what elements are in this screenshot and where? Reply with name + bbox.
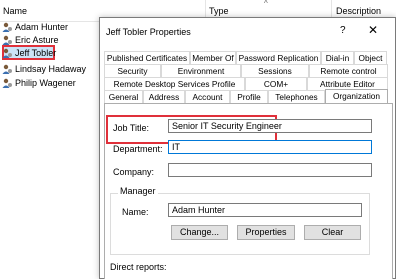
direct-reports-label: Direct reports: [110, 262, 167, 272]
tab-member-of[interactable]: Member Of [190, 51, 236, 64]
tab-account[interactable]: Account [185, 90, 230, 103]
manager-name-label: Name: [122, 207, 149, 217]
properties-button[interactable]: Properties [237, 225, 295, 240]
list-item[interactable]: Lindsay Hadaway [2, 63, 86, 75]
company-label: Company: [113, 167, 155, 177]
tab-address[interactable]: Address [143, 90, 185, 103]
job-title-label: Job Title: [113, 123, 150, 133]
tab-sessions[interactable]: Sessions [241, 64, 309, 77]
manager-name-field[interactable]: Adam Hunter [168, 203, 362, 217]
tab-published-certificates[interactable]: Published Certificates [104, 51, 190, 64]
tab-object[interactable]: Object [354, 51, 387, 64]
dialog-titlebar[interactable]: Jeff Tobler Properties ? ✕ [100, 18, 395, 46]
tab-organization[interactable]: Organization [325, 89, 388, 103]
tab-telephones[interactable]: Telephones [268, 90, 325, 103]
department-field[interactable]: IT [168, 140, 372, 154]
tab-profile[interactable]: Profile [230, 90, 268, 103]
user-icon [2, 35, 12, 45]
sort-arrow-icon: ^ [264, 0, 268, 8]
tab-password-replication[interactable]: Password Replication [236, 51, 321, 64]
list-item[interactable]: Eric Asture [2, 34, 59, 46]
properties-dialog: Jeff Tobler Properties ? ✕ Published Cer… [99, 17, 396, 279]
dialog-title: Jeff Tobler Properties [106, 27, 191, 37]
tab-dial-in[interactable]: Dial-in [321, 51, 354, 64]
list-item-label: Philip Wagener [15, 78, 76, 88]
tab-remote-desktop-services-profile[interactable]: Remote Desktop Services Profile [104, 77, 245, 90]
user-icon [2, 48, 12, 58]
column-description-header[interactable]: Description [336, 6, 381, 16]
tab-environment[interactable]: Environment [161, 64, 241, 77]
list-item-selected[interactable]: Jeff Tobler [2, 47, 56, 59]
column-name-header[interactable]: Name [3, 6, 27, 16]
change-button[interactable]: Change... [171, 225, 228, 240]
user-icon [2, 64, 12, 74]
manager-group-title: Manager [118, 186, 158, 196]
clear-button[interactable]: Clear [304, 225, 361, 240]
tab-com-plus[interactable]: COM+ [245, 77, 307, 90]
tab-general[interactable]: General [104, 90, 143, 103]
user-icon [2, 78, 12, 88]
list-item[interactable]: Adam Hunter [2, 21, 68, 33]
column-type-header[interactable]: Type [209, 6, 229, 16]
list-item-label: Eric Asture [15, 35, 59, 45]
list-item-label: Lindsay Hadaway [15, 64, 87, 74]
department-label: Department: [113, 144, 163, 154]
job-title-field[interactable]: Senior IT Security Engineer [168, 119, 372, 133]
user-icon [2, 22, 12, 32]
close-button[interactable]: ✕ [368, 23, 378, 37]
company-field[interactable] [168, 163, 372, 177]
tab-remote-control[interactable]: Remote control [309, 64, 388, 77]
list-item[interactable]: Philip Wagener [2, 77, 76, 89]
list-item-label: Adam Hunter [15, 22, 69, 32]
tab-security[interactable]: Security [104, 64, 161, 77]
help-button[interactable]: ? [340, 25, 346, 36]
list-item-label: Jeff Tobler [15, 48, 57, 58]
